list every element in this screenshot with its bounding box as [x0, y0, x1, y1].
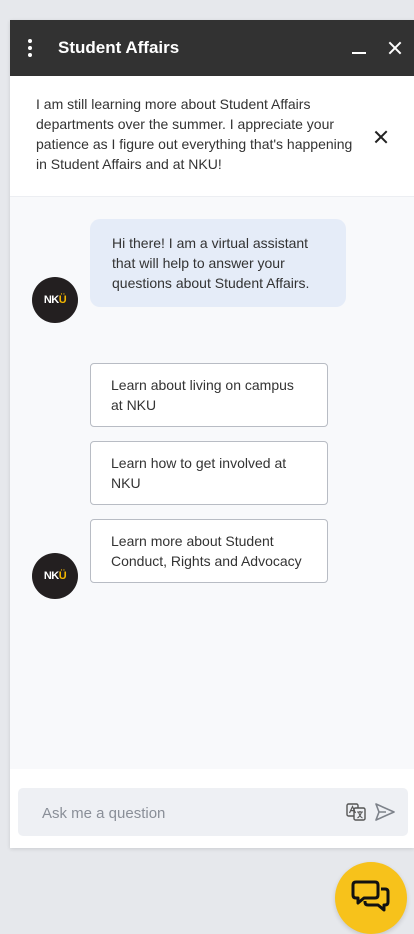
- option-student-conduct[interactable]: Learn more about Student Conduct, Rights…: [90, 519, 328, 583]
- bot-message-bubble: Hi there! I am a virtual assistant that …: [90, 219, 346, 307]
- close-icon[interactable]: [388, 41, 402, 55]
- option-get-involved[interactable]: Learn how to get involved at NKU: [90, 441, 328, 505]
- chat-widget: Student Affairs I am still learning more…: [10, 20, 414, 848]
- dismiss-notice-icon[interactable]: [374, 130, 388, 144]
- chat-title: Student Affairs: [58, 38, 180, 57]
- notice-text: I am still learning more about Student A…: [36, 96, 353, 172]
- option-living-on-campus[interactable]: Learn about living on campus at NKU: [90, 363, 328, 427]
- chat-transcript[interactable]: NKÜ Hi there! I am a virtual assistant t…: [10, 197, 414, 769]
- translate-icon[interactable]: [346, 803, 366, 826]
- chat-launcher-button[interactable]: [335, 862, 407, 934]
- bot-avatar: NKÜ: [32, 277, 78, 323]
- question-input[interactable]: [40, 788, 334, 838]
- chat-header: Student Affairs: [10, 20, 414, 76]
- notice-banner: I am still learning more about Student A…: [10, 76, 414, 197]
- minimize-icon[interactable]: [352, 41, 366, 55]
- chat-bubbles-icon: [351, 878, 391, 919]
- nku-logo-icon: NKÜ: [43, 570, 67, 582]
- nku-logo-icon: NKÜ: [43, 294, 67, 306]
- kebab-menu-icon[interactable]: [10, 20, 50, 76]
- message-composer: [18, 788, 408, 838]
- bot-avatar: NKÜ: [32, 553, 78, 599]
- send-icon[interactable]: [374, 802, 396, 827]
